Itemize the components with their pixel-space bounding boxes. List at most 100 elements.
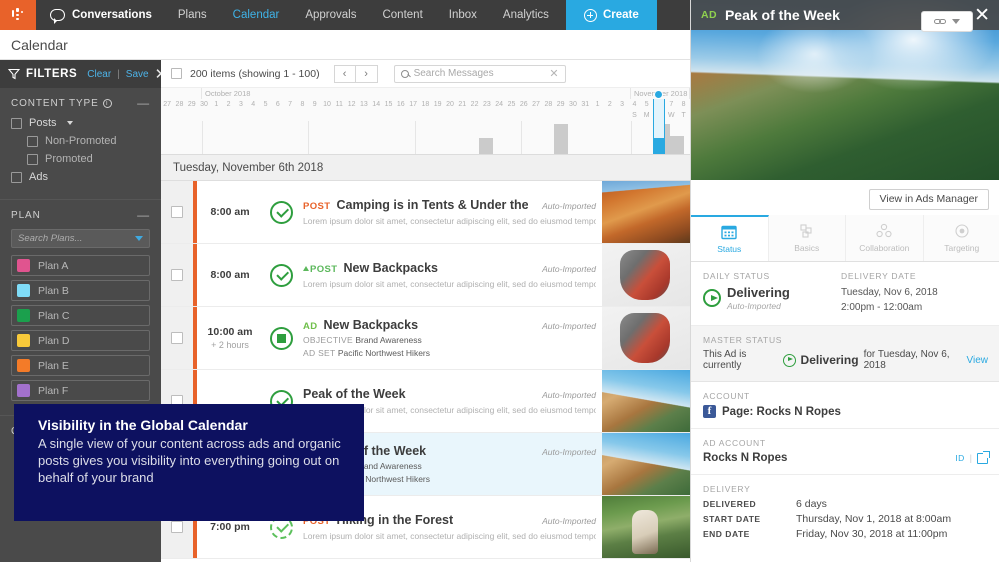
plan-search-input[interactable]: Search Plans...: [11, 229, 150, 248]
scrubber-day-14[interactable]: 14: [370, 99, 382, 110]
scrubber-day-18[interactable]: 18: [419, 99, 431, 110]
scrubber-day-11[interactable]: 11: [333, 99, 345, 110]
filters-save-button[interactable]: Save: [126, 69, 149, 80]
nav-item-approvals[interactable]: Approvals: [292, 0, 369, 30]
tab-status[interactable]: Status: [691, 215, 769, 261]
scrubber-day-29[interactable]: 29: [555, 99, 567, 110]
close-icon[interactable]: ✕: [974, 6, 990, 25]
plan-item[interactable]: Plan A: [11, 255, 150, 276]
plan-item[interactable]: Plan F: [11, 380, 150, 401]
scrubber-day-5[interactable]: 5: [259, 99, 271, 110]
checkbox-non-promoted[interactable]: [27, 135, 38, 147]
checkbox-promoted[interactable]: [27, 153, 38, 165]
scrubber-day-6[interactable]: 6: [272, 99, 284, 110]
nav-item-plans[interactable]: Plans: [165, 0, 220, 30]
nav-item-content[interactable]: Content: [369, 0, 435, 30]
scrubber-day-26[interactable]: 26: [518, 99, 530, 110]
select-all-checkbox[interactable]: [171, 68, 182, 79]
chevron-down-icon[interactable]: [135, 236, 143, 241]
plan-item[interactable]: Plan E: [11, 355, 150, 376]
scrubber-day-8[interactable]: 8: [677, 99, 689, 110]
scrubber-day-16[interactable]: 16: [395, 99, 407, 110]
search-messages-input[interactable]: Search Messages ✕: [393, 64, 566, 83]
ad-account-id-link[interactable]: ID: [955, 453, 964, 463]
link-dropdown-button[interactable]: [921, 11, 973, 32]
plan-item[interactable]: Plan C: [11, 305, 150, 326]
filter-checkbox-ads[interactable]: Ads: [11, 171, 150, 183]
event-row[interactable]: 8:00 am POST New Backpacks Auto-Imported Lor…: [161, 244, 690, 307]
scrubber-day-25[interactable]: 25: [505, 99, 517, 110]
event-checkbox[interactable]: [171, 521, 183, 533]
plan-item[interactable]: Plan D: [11, 330, 150, 351]
event-checkbox[interactable]: [171, 269, 183, 281]
scrubber-day-31[interactable]: 31: [579, 99, 591, 110]
scrubber-day-7[interactable]: 7: [665, 99, 677, 110]
scrubber-day-1[interactable]: 1: [210, 99, 222, 110]
filter-checkbox-non-promoted[interactable]: Non-Promoted: [11, 135, 150, 147]
event-checkbox[interactable]: [171, 332, 183, 344]
info-icon[interactable]: i: [102, 98, 112, 108]
scrubber-day-27[interactable]: 27: [161, 99, 173, 110]
scrubber-day-4[interactable]: 4: [628, 99, 640, 110]
event-row[interactable]: 10:00 am + 2 hours AD New Backpacks Auto-Imp…: [161, 307, 690, 370]
nav-item-analytics[interactable]: Analytics: [490, 0, 562, 30]
scrubber-day-20[interactable]: 20: [444, 99, 456, 110]
scrubber-day-7[interactable]: 7: [284, 99, 296, 110]
timeline-scrubber[interactable]: October 2018 November 2018 27 28 29 30 1 2 3 4 5…: [161, 88, 690, 155]
event-row[interactable]: 8:00 am POST Camping is in Tents & Under t…: [161, 181, 690, 244]
app-logo-icon[interactable]: [0, 0, 36, 30]
scrubber-day-9[interactable]: 9: [309, 99, 321, 110]
scrubber-day-15[interactable]: 15: [382, 99, 394, 110]
scrubber-day-30[interactable]: 30: [198, 99, 210, 110]
scrubber-day-2[interactable]: 2: [222, 99, 234, 110]
scrubber-day-3[interactable]: 3: [235, 99, 247, 110]
nav-item-conversations[interactable]: Conversations: [36, 0, 165, 30]
scrubber-day-23[interactable]: 23: [481, 99, 493, 110]
prev-page-button[interactable]: ‹: [333, 64, 356, 83]
scrubber-day-30[interactable]: 30: [567, 99, 579, 110]
scrubber-day-13[interactable]: 13: [358, 99, 370, 110]
collapse-icon[interactable]: —: [137, 209, 150, 221]
scrubber-day-19[interactable]: 19: [432, 99, 444, 110]
next-page-button[interactable]: ›: [355, 64, 378, 83]
external-link-icon[interactable]: [977, 450, 990, 464]
filters-clear-button[interactable]: Clear: [87, 69, 111, 80]
tab-basics[interactable]: Basics: [768, 215, 846, 261]
event-checkbox[interactable]: [171, 206, 183, 218]
checkbox-ads[interactable]: [11, 171, 22, 183]
tab-targeting[interactable]: Targeting: [923, 215, 999, 261]
scrubber-day-12[interactable]: 12: [345, 99, 357, 110]
collapse-icon[interactable]: —: [137, 97, 150, 109]
scrubber-day-29[interactable]: 29: [186, 99, 198, 110]
scrubber-day-3[interactable]: 3: [616, 99, 628, 110]
scrubber-day-8[interactable]: 8: [296, 99, 308, 110]
scrubber-day-17[interactable]: 17: [407, 99, 419, 110]
scrubber-day-28[interactable]: 28: [542, 99, 554, 110]
event-checkbox-cell[interactable]: [161, 307, 193, 369]
view-in-ads-manager-button[interactable]: View in Ads Manager: [868, 188, 989, 210]
event-checkbox-cell[interactable]: [161, 244, 193, 306]
scrubber-day-4[interactable]: 4: [247, 99, 259, 110]
scrubber-day-2[interactable]: 2: [604, 99, 616, 110]
scrubber-day-22[interactable]: 22: [468, 99, 480, 110]
nav-item-calendar[interactable]: Calendar: [220, 0, 293, 30]
master-status-view-link[interactable]: View: [967, 355, 989, 366]
scrubber-day-27[interactable]: 27: [530, 99, 542, 110]
event-checkbox-cell[interactable]: [161, 181, 193, 243]
scrubber-selected-marker[interactable]: [653, 90, 663, 99]
checkbox-posts[interactable]: [11, 117, 22, 129]
scrubber-day-10[interactable]: 10: [321, 99, 333, 110]
scrubber-day-5[interactable]: 5: [641, 99, 653, 110]
scrubber-day-24[interactable]: 24: [493, 99, 505, 110]
tab-collaboration[interactable]: Collaboration: [846, 215, 924, 261]
scrubber-day-28[interactable]: 28: [173, 99, 185, 110]
plan-item[interactable]: Plan B: [11, 280, 150, 301]
filter-checkbox-posts[interactable]: Posts: [11, 117, 150, 129]
close-icon[interactable]: ✕: [549, 67, 558, 80]
chevron-down-icon[interactable]: [66, 121, 73, 125]
scrubber-day-21[interactable]: 21: [456, 99, 468, 110]
filter-checkbox-promoted[interactable]: Promoted: [11, 153, 150, 165]
scrubber-day-1[interactable]: 1: [591, 99, 603, 110]
nav-item-inbox[interactable]: Inbox: [436, 0, 490, 30]
create-button[interactable]: Create: [565, 0, 657, 30]
